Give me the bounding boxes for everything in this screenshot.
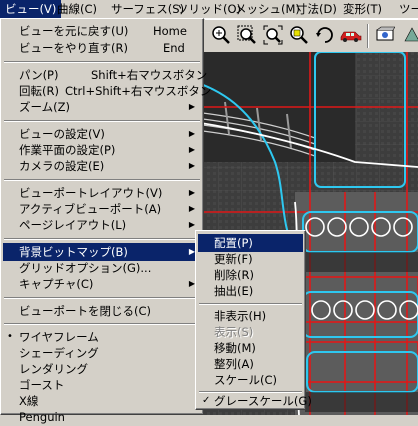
- menu-dimension[interactable]: 寸法(D): [291, 0, 342, 18]
- menu-separator: [4, 238, 200, 240]
- menu-item-label: ビューをやり直す(R): [19, 41, 128, 55]
- menu-separator: [4, 323, 200, 325]
- menu-item-shortcut: End: [163, 41, 185, 55]
- menu-tools[interactable]: ツー: [394, 0, 418, 18]
- toolbar: [205, 19, 418, 53]
- submenu-arrow-icon: ▶: [188, 102, 195, 111]
- zoom-in-icon[interactable]: [209, 23, 233, 47]
- menu-separator: [4, 61, 200, 63]
- zoom-window-icon[interactable]: [235, 23, 259, 47]
- submenu-item-scale[interactable]: スケール(C): [198, 371, 303, 389]
- toolbar-separator: [367, 24, 369, 48]
- menu-item-label: Penguin: [19, 410, 65, 424]
- menu-separator: [4, 179, 200, 181]
- menu-transform[interactable]: 変形(T): [338, 0, 387, 18]
- menu-item-label: グレースケール(G): [214, 394, 312, 408]
- menu-item-label: ビューを元に戻す(U): [19, 24, 129, 38]
- menu-item-label: ページレイアウト(L): [19, 218, 127, 232]
- menu-item-label: カメラの設定(E): [19, 159, 105, 173]
- shade-icon[interactable]: [399, 23, 418, 47]
- zoom-selected-icon[interactable]: [287, 23, 311, 47]
- menu-curve[interactable]: 曲線(C): [52, 0, 102, 18]
- menu-item-label: スケール(C): [214, 373, 278, 387]
- menu-item-camera-settings[interactable]: カメラの設定(E) ▶: [3, 157, 201, 175]
- menu-item-capture[interactable]: キャプチャ(C) ▶: [3, 275, 201, 293]
- menu-separator: [4, 297, 200, 299]
- view-menu: ビューを元に戻す(U) Home ビューをやり直す(R) End パン(P) S…: [0, 18, 211, 424]
- submenu-arrow-icon: ▶: [188, 161, 195, 170]
- background-bitmap-submenu: 配置(P) 更新(F) 削除(R) 抽出(E) 非表示(H) 表示(S) 移動(…: [195, 230, 312, 410]
- submenu-item-grayscale[interactable]: ✓ グレースケール(G): [198, 392, 312, 410]
- menu-separator: [199, 303, 302, 305]
- check-icon: ✓: [202, 395, 211, 406]
- car-icon[interactable]: [339, 23, 363, 47]
- menu-item-page-layout[interactable]: ページレイアウト(L) ▶: [3, 216, 201, 234]
- render-icon[interactable]: [373, 23, 397, 47]
- menu-item-label: ビューポートを閉じる(C): [19, 304, 152, 318]
- menu-item-redo-view[interactable]: ビューをやり直す(R) End: [3, 39, 201, 57]
- menu-item-label: キャプチャ(C): [19, 277, 94, 291]
- menu-item-label: 抽出(E): [214, 284, 254, 298]
- menu-item-zoom[interactable]: ズーム(Z) ▶: [3, 98, 201, 116]
- rotate-view-icon[interactable]: [313, 23, 337, 47]
- menu-item-label: ズーム(Z): [19, 100, 71, 114]
- menu-separator: [4, 120, 200, 122]
- menu-item-close-viewport[interactable]: ビューポートを閉じる(C): [3, 302, 201, 320]
- menu-item-penguin[interactable]: Penguin: [3, 408, 201, 426]
- zoom-extents-icon[interactable]: [261, 23, 285, 47]
- submenu-item-extract[interactable]: 抽出(E): [198, 282, 303, 300]
- menu-bar: ビュー(V) 曲線(C) サーフェス(S) ソリッド(O) メッシュ(M) 寸法…: [0, 0, 418, 19]
- menu-item-undo-view[interactable]: ビューを元に戻す(U) Home: [3, 22, 201, 40]
- menu-item-shortcut: Home: [153, 24, 187, 38]
